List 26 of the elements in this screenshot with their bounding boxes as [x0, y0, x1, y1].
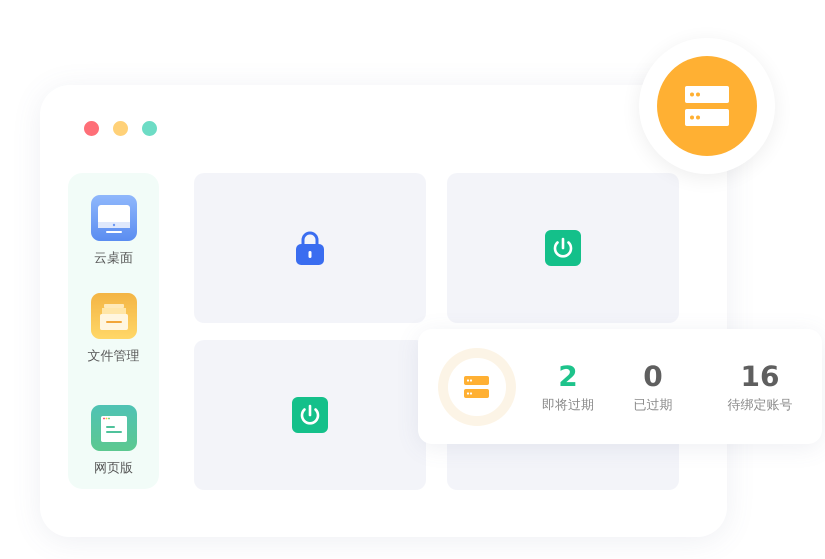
stat-value: 16 [740, 360, 780, 394]
desktop-tile[interactable] [194, 173, 426, 323]
server-icon [438, 348, 516, 426]
minimize-dot[interactable] [113, 121, 128, 136]
server-icon [657, 56, 757, 156]
stat-label: 即将过期 [542, 396, 594, 414]
sidebar-label: 云桌面 [94, 250, 133, 267]
sidebar-label: 网页版 [94, 460, 133, 477]
power-icon [292, 397, 328, 433]
sidebar-item[interactable]: 网页版 [90, 405, 136, 477]
lock-icon [296, 231, 324, 265]
stat-label: 待绑定账号 [728, 396, 792, 414]
stat-value: 2 [558, 360, 578, 394]
close-dot[interactable] [84, 121, 99, 136]
sidebar-item[interactable]: 文件管理 [88, 293, 140, 365]
power-icon [545, 230, 581, 266]
sidebar-item[interactable]: 云桌面 [90, 195, 136, 267]
sidebar-label: 文件管理 [88, 348, 140, 365]
stat-label: 已过期 [634, 396, 672, 414]
browser-page-icon [90, 405, 136, 451]
desktop-tile[interactable] [447, 173, 679, 323]
tray-icon [90, 293, 136, 339]
monitor-icon [90, 195, 136, 241]
maximize-dot[interactable] [142, 121, 157, 136]
desktop-tile[interactable] [194, 340, 426, 490]
stat-value: 0 [643, 360, 663, 394]
